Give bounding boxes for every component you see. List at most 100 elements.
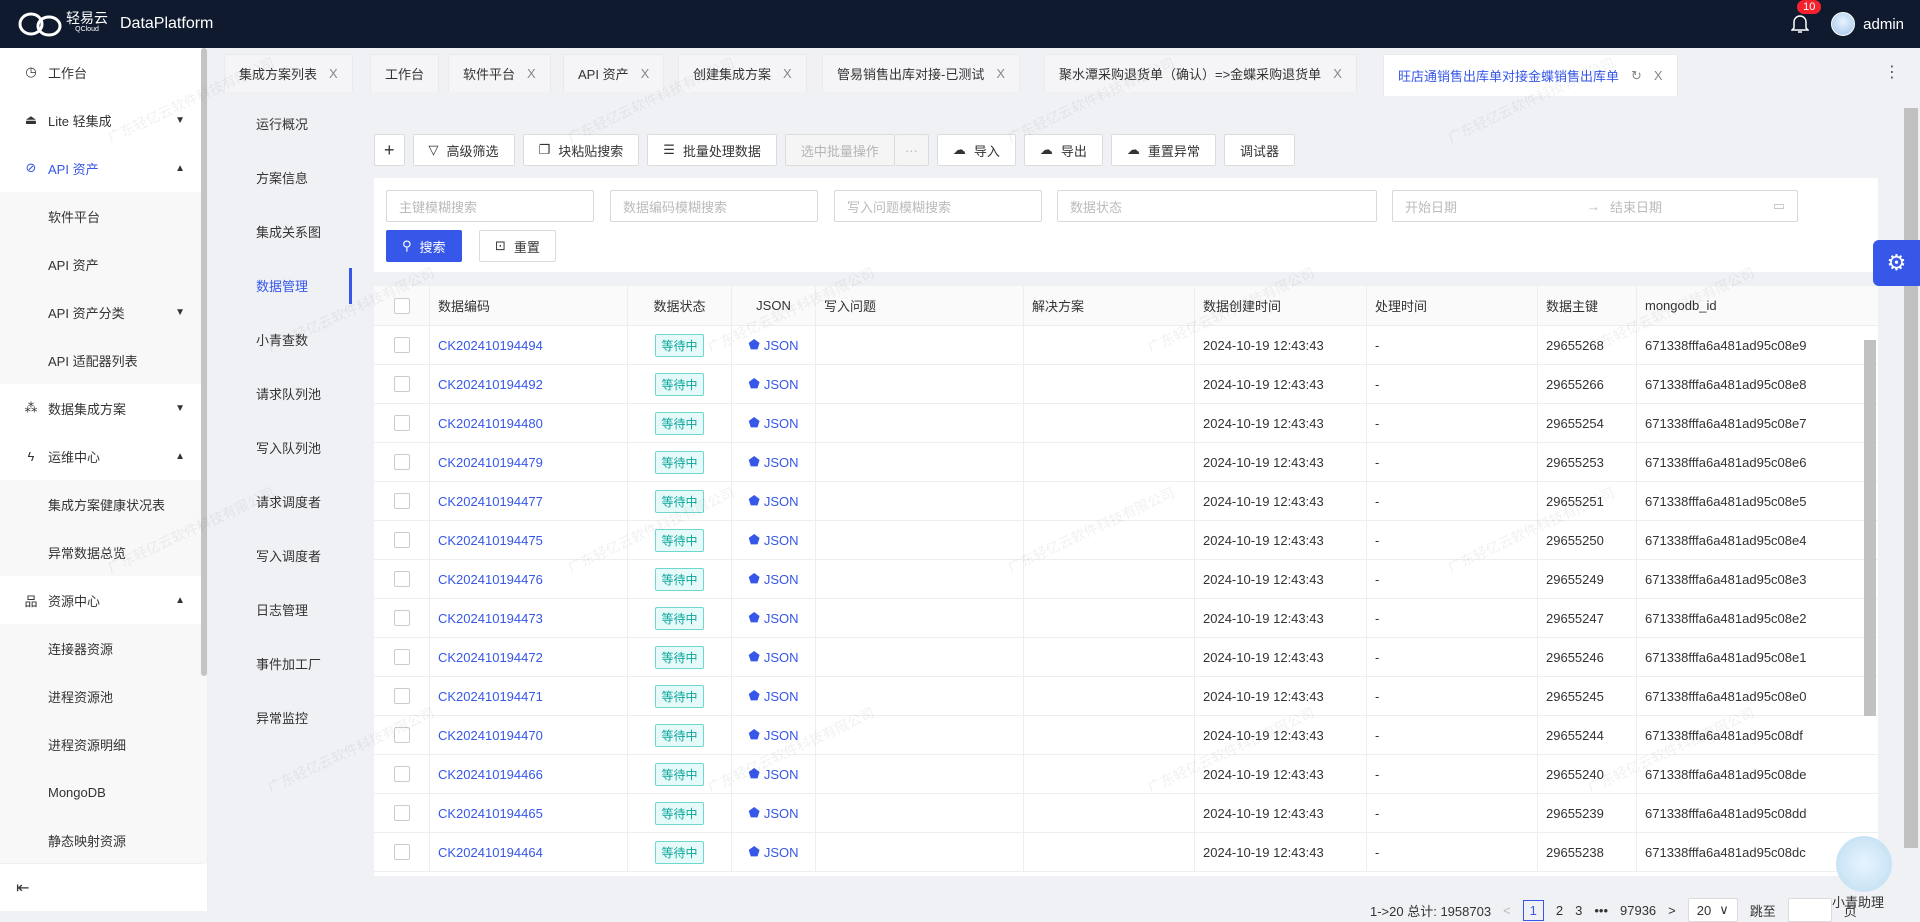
json-link[interactable]: ⬟ JSON [749, 844, 799, 860]
page-last[interactable]: 97936 [1620, 903, 1656, 918]
close-icon[interactable]: X [329, 66, 338, 81]
table-row[interactable]: CK202410194471 等待中 ⬟ JSON 2024-10-19 12:43:4… [374, 677, 1878, 716]
add-button[interactable]: + [374, 134, 405, 166]
close-icon[interactable]: X [641, 66, 650, 81]
reset-exception-button[interactable]: ☁ 重置异常 [1110, 134, 1216, 166]
table-scrollbar[interactable] [1864, 340, 1876, 716]
batch-selected-button[interactable]: 选中批量操作 [784, 134, 895, 166]
data-code-link[interactable]: CK202410194477 [438, 494, 543, 509]
sidebar-item-lite[interactable]: ⏏ Lite 轻集成 ▼ [0, 96, 207, 144]
sidebar-item-ops[interactable]: ϟ 运维中心 ▲ [0, 432, 207, 480]
subnav-xiaoqing-query[interactable]: 小青查数 [208, 312, 350, 366]
subnav-relation-graph[interactable]: 集成关系图 [208, 204, 350, 258]
sidebar-item-resources[interactable]: 品资源中心 ▲ [0, 576, 207, 624]
row-checkbox[interactable] [393, 493, 410, 509]
sidebar-subitem-mongodb[interactable]: MongoDB [0, 768, 207, 816]
data-code-link[interactable]: CK202410194494 [438, 338, 543, 353]
close-icon[interactable]: X [783, 66, 792, 81]
start-date[interactable]: 开始日期 [1405, 197, 1457, 216]
sidebar-subitem-health[interactable]: 集成方案健康状况表 [0, 480, 207, 528]
table-row[interactable]: CK202410194473 等待中 ⬟ JSON 2024-10-19 12:43:4… [374, 599, 1878, 638]
table-row[interactable]: CK202410194479 等待中 ⬟ JSON 2024-10-19 12:43:4… [374, 443, 1878, 482]
sidebar-scrollbar[interactable] [201, 48, 207, 676]
collapse-sidebar-button[interactable]: ⇤ [0, 863, 202, 911]
sidebar-subitem-exception[interactable]: 异常数据总览 [0, 528, 207, 576]
tab-guanyi-sales[interactable]: 管易销售出库对接-已测试 X [822, 54, 1021, 92]
table-row[interactable]: CK202410194464 等待中 ⬟ JSON 2024-10-19 12:43:4… [374, 833, 1878, 872]
column-header[interactable]: 处理时间 [1367, 286, 1538, 325]
sidebar-subitem-adapter-list[interactable]: API 适配器列表 [0, 336, 207, 384]
table-row[interactable]: CK202410194472 等待中 ⬟ JSON 2024-10-19 12:43:4… [374, 638, 1878, 677]
data-code-link[interactable]: CK202410194475 [438, 533, 543, 548]
column-header[interactable]: 数据主键 [1538, 286, 1637, 325]
close-icon[interactable]: X [1333, 66, 1342, 81]
table-row[interactable]: CK202410194477 等待中 ⬟ JSON 2024-10-19 12:43:4… [374, 482, 1878, 521]
row-checkbox[interactable] [393, 337, 410, 353]
table-row[interactable]: CK202410194476 等待中 ⬟ JSON 2024-10-19 12:43:4… [374, 560, 1878, 599]
sidebar-subitem-api-assets[interactable]: API 资产 [0, 240, 207, 288]
page-2[interactable]: 2 [1556, 903, 1563, 918]
sidebar-subitem-connector[interactable]: 连接器资源 [0, 624, 207, 672]
page-1[interactable]: 1 [1522, 899, 1544, 921]
user-menu[interactable]: admin [1831, 12, 1904, 36]
row-checkbox[interactable] [393, 532, 410, 548]
sidebar-subitem-process-detail[interactable]: 进程资源明细 [0, 720, 207, 768]
close-icon[interactable]: X [996, 66, 1005, 81]
table-row[interactable]: CK202410194475 等待中 ⬟ JSON 2024-10-19 12:43:4… [374, 521, 1878, 560]
prev-page-button[interactable]: < [1503, 903, 1511, 918]
data-code-link[interactable]: CK202410194471 [438, 689, 543, 704]
column-header[interactable]: 数据状态 [628, 286, 732, 325]
sidebar-subitem-api-category[interactable]: API 资产分类 ▼ [0, 288, 207, 336]
tab-create-integration[interactable]: 创建集成方案 X [678, 54, 807, 92]
debugger-button[interactable]: 调试器 [1223, 134, 1295, 166]
table-row[interactable]: CK202410194470 等待中 ⬟ JSON 2024-10-19 12:43:4… [374, 716, 1878, 755]
subnav-event-factory[interactable]: 事件加工厂 [208, 636, 350, 690]
data-code-link[interactable]: CK202410194492 [438, 377, 543, 392]
page-3[interactable]: 3 [1575, 903, 1582, 918]
notification-button[interactable]: 10 [1790, 0, 1822, 34]
row-checkbox[interactable] [393, 649, 410, 665]
next-page-button[interactable]: > [1668, 903, 1676, 918]
reset-button[interactable]: ⊡ 重置 [479, 230, 556, 262]
row-checkbox[interactable] [393, 415, 410, 431]
column-header[interactable]: JSON [732, 286, 816, 325]
json-link[interactable]: ⬟ JSON [749, 532, 799, 548]
page-ellipsis[interactable]: ••• [1594, 903, 1608, 918]
sidebar-item-integration[interactable]: ⁂ 数据集成方案 ▼ [0, 384, 207, 432]
issue-search-input[interactable]: 写入问题模糊搜索 [834, 190, 1042, 222]
table-row[interactable]: CK202410194494 等待中 ⬟ JSON 2024-10-19 12:43:4… [374, 326, 1878, 365]
assistant-avatar[interactable] [1836, 836, 1892, 892]
table-row[interactable]: CK202410194480 等待中 ⬟ JSON 2024-10-19 12:43:4… [374, 404, 1878, 443]
data-code-link[interactable]: CK202410194480 [438, 416, 543, 431]
row-checkbox[interactable] [393, 727, 410, 743]
subnav-exception-monitor[interactable]: 异常监控 [208, 690, 350, 744]
sidebar-subitem-software-platform[interactable]: 软件平台 [0, 192, 207, 240]
data-code-link[interactable]: CK202410194470 [438, 728, 543, 743]
advanced-filter-button[interactable]: ▽ 高级筛选 [412, 134, 515, 166]
json-link[interactable]: ⬟ JSON [749, 610, 799, 626]
subnav-request-queue[interactable]: 请求队列池 [208, 366, 350, 420]
table-row[interactable]: CK202410194465 等待中 ⬟ JSON 2024-10-19 12:43:4… [374, 794, 1878, 833]
row-checkbox[interactable] [393, 844, 410, 860]
json-link[interactable]: ⬟ JSON [749, 805, 799, 821]
code-search-input[interactable]: 数据编码模糊搜索 [610, 190, 818, 222]
tab-wangdiantong-sales[interactable]: 旺店通销售出库单对接金蝶销售出库单 ↻ X [1383, 54, 1678, 96]
tab-workbench[interactable]: 工作台 [370, 54, 440, 92]
tab-integration-list[interactable]: 集成方案列表 X [224, 54, 353, 92]
row-checkbox[interactable] [393, 766, 410, 782]
jump-input[interactable] [1787, 898, 1832, 922]
page-size-select[interactable]: 20 ∨ [1687, 898, 1738, 922]
logo[interactable]: 轻易云 QCloud [16, 9, 108, 39]
column-header[interactable]: mongodb_id [1637, 286, 1874, 325]
more-tabs-icon[interactable]: ⋮ [1884, 62, 1900, 82]
sidebar-subitem-process-pool[interactable]: 进程资源池 [0, 672, 207, 720]
page-scrollbar[interactable] [1904, 108, 1918, 848]
batch-process-button[interactable]: ☰ 批量处理数据 [647, 134, 777, 166]
subnav-write-queue[interactable]: 写入队列池 [208, 420, 350, 474]
json-link[interactable]: ⬟ JSON [749, 688, 799, 704]
subnav-log-management[interactable]: 日志管理 [208, 582, 350, 636]
json-link[interactable]: ⬟ JSON [749, 493, 799, 509]
column-header[interactable]: 写入问题 [816, 286, 1024, 325]
json-link[interactable]: ⬟ JSON [749, 727, 799, 743]
paste-search-button[interactable]: ❐ 块粘贴搜索 [522, 134, 640, 166]
